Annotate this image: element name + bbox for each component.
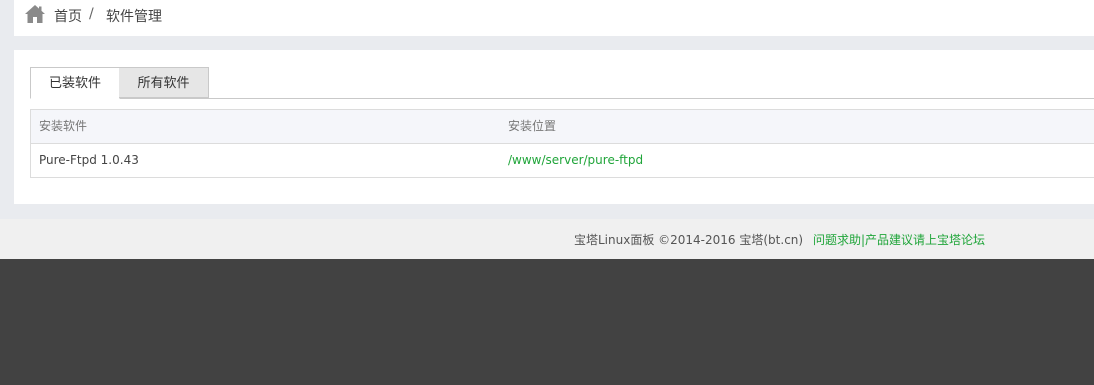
bottom-dark-area (0, 259, 1094, 385)
home-icon[interactable] (24, 4, 46, 24)
software-name-cell: Pure-Ftpd 1.0.43 (39, 153, 139, 167)
breadcrumb: 首页 / 软件管理 (14, 0, 1094, 36)
software-table: 安装软件 安装位置 Pure-Ftpd 1.0.43 /www/server/p… (30, 109, 1094, 178)
column-header-software: 安装软件 (39, 119, 88, 133)
footer: 宝塔Linux面板 ©2014-2016 宝塔(bt.cn) 问题求助|产品建议… (0, 219, 1094, 259)
column-header-location: 安装位置 (508, 119, 557, 133)
install-path-link[interactable]: /www/server/pure-ftpd (508, 144, 643, 177)
table-row: Pure-Ftpd 1.0.43 /www/server/pure-ftpd (31, 144, 1094, 177)
breadcrumb-current: 软件管理 (106, 9, 162, 25)
software-panel: 已装软件 所有软件 安装软件 安装位置 Pure-Ftpd 1.0.43 /ww… (14, 50, 1094, 204)
tab-bar: 已装软件 所有软件 (30, 67, 1094, 99)
table-header: 安装软件 安装位置 (31, 110, 1094, 144)
footer-copyright: 宝塔Linux面板 ©2014-2016 宝塔(bt.cn) (574, 233, 804, 247)
breadcrumb-separator: / (89, 6, 94, 22)
tab-all-software[interactable]: 所有软件 (119, 67, 209, 98)
breadcrumb-home-link[interactable]: 首页 (54, 6, 82, 26)
tab-installed-software[interactable]: 已装软件 (30, 67, 120, 99)
footer-forum-link[interactable]: 问题求助|产品建议请上宝塔论坛 (813, 231, 985, 248)
